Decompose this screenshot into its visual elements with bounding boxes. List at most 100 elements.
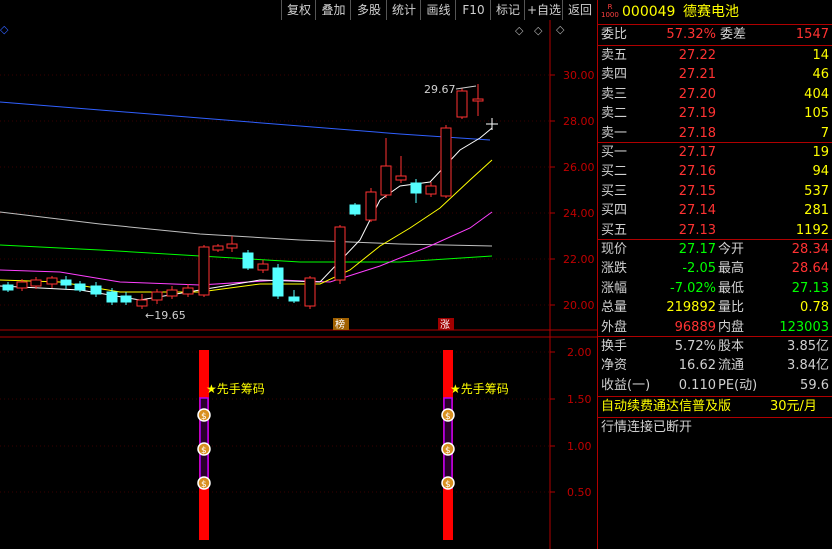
sell-row[interactable]: 卖三 27.20 404 [598, 86, 832, 104]
ad-text[interactable]: 自动续费通达信普及版 [601, 398, 731, 416]
sell-row[interactable]: 卖一 27.18 7 [598, 125, 832, 143]
sell-volume: 404 [804, 86, 829, 102]
buy-row[interactable]: 买一 27.17 19 [598, 144, 832, 162]
candle-body [226, 243, 238, 249]
stat-label: 总量 [601, 300, 628, 316]
buy-label: 买三 [601, 183, 628, 199]
stat-label: 换手 [601, 339, 628, 354]
header-divider [598, 24, 832, 25]
order-ratio-row: 委比 57.32% 委差 1547 [598, 26, 832, 44]
money-bag-icon: $ [441, 476, 455, 490]
candle-body [380, 165, 392, 196]
moving-average-line [0, 211, 493, 247]
stock-code: 000049 [622, 4, 676, 20]
buy-label: 买五 [601, 222, 628, 238]
indicator-tick-label: 1.50 [567, 393, 592, 406]
toolbar-statistics-button[interactable]: 统计 [386, 0, 421, 20]
price-tick-label: 28.00 [563, 115, 595, 128]
sell-label: 卖二 [601, 106, 628, 122]
stat-value: 28.64 [791, 261, 829, 277]
buy-label: 买一 [601, 145, 628, 160]
sell-row[interactable]: 卖四 27.21 46 [598, 66, 832, 84]
buy-row[interactable]: 买五 27.13 1192 [598, 222, 832, 240]
money-bag-icon: $ [197, 476, 211, 490]
candle-body [349, 204, 361, 215]
quote-panel: R 1000 000049 德赛电池 委比 57.32% 委差 1547 卖五 2… [597, 0, 832, 549]
price-tick-label: 26.00 [563, 161, 595, 174]
candle-body [456, 90, 468, 118]
stat-label: 涨幅 [601, 280, 628, 296]
candle-body [2, 284, 14, 291]
buy-volume: 537 [804, 183, 829, 199]
toolbar-f10-button[interactable]: F10 [455, 0, 491, 20]
toolbar-mark-button[interactable]: 标记 [490, 0, 525, 20]
candle-body [90, 285, 102, 295]
toolbar-draw-line-button[interactable]: 画线 [420, 0, 456, 20]
sell-label: 卖四 [601, 67, 628, 83]
candle-body [60, 279, 72, 286]
list-marker-text: 榜 [335, 318, 345, 331]
stat-value: 123003 [779, 319, 829, 335]
ad-price[interactable]: 30元/月 [770, 398, 817, 416]
stat-row: 涨跌 -2.05 最高 28.64 [598, 260, 832, 278]
diamond-icon[interactable]: ◇ [556, 23, 565, 36]
money-bag-glyph: $ [201, 412, 207, 422]
crosshair-icon [486, 118, 498, 130]
candle-body [334, 226, 346, 281]
toolbar-restore-rights-button[interactable]: 复权 [281, 0, 316, 20]
connection-status: 行情连接已断开 [598, 419, 832, 437]
buy-price: 27.14 [678, 203, 716, 219]
candle-body [212, 245, 224, 251]
stat-value: 28.34 [791, 242, 829, 257]
low-price-label: ←19.65 [145, 309, 186, 322]
price-tick-label: 24.00 [563, 207, 595, 220]
stat-row: 外盘 96889 内盘 123003 [598, 319, 832, 337]
buy-row[interactable]: 买三 27.15 537 [598, 183, 832, 201]
stat-value: -7.02% [670, 280, 716, 296]
toolbar-back-button[interactable]: 返回 [562, 0, 598, 20]
stock-name: 德赛电池 [683, 4, 739, 20]
diamond-right-icon[interactable]: ◇ [534, 24, 543, 37]
sell-row[interactable]: 卖五 27.22 14 [598, 47, 832, 65]
sell-volume: 46 [812, 67, 829, 83]
buy-row[interactable]: 买四 27.14 281 [598, 202, 832, 220]
stat-label: 净资 [601, 358, 628, 374]
stat-row: 总量 219892 量比 0.78 [598, 299, 832, 317]
money-bag-glyph: $ [201, 446, 207, 456]
toolbar-multi-stock-button[interactable]: 多股 [350, 0, 387, 20]
stat-label: 股本 [718, 339, 745, 354]
signal-label-2: ★先手筹码 [450, 382, 509, 396]
diamond-left-icon[interactable]: ◇ [515, 24, 524, 37]
buy-volume: 1192 [795, 222, 829, 238]
stat-row: 换手 5.72% 股本 3.85亿 [598, 338, 832, 356]
candle-body [304, 277, 316, 307]
sell-label: 卖五 [601, 48, 628, 63]
money-bag-glyph: $ [445, 446, 451, 456]
buy-row[interactable]: 买二 27.16 94 [598, 163, 832, 181]
moving-average-lines [0, 101, 493, 301]
stat-label: 最低 [718, 280, 745, 296]
candle-body [395, 175, 407, 181]
sell-price: 27.22 [678, 48, 716, 63]
money-bag-icon: $ [441, 442, 455, 456]
toolbar-overlay-button[interactable]: 叠加 [315, 0, 351, 20]
stat-value: 59.6 [800, 377, 829, 393]
candle-body [74, 283, 86, 291]
ad-banner[interactable]: 自动续费通达信普及版 30元/月 [598, 398, 832, 416]
candle-body [46, 277, 58, 285]
stat-value: 5.72% [674, 339, 716, 354]
candle-body [410, 182, 422, 194]
candle-body [365, 191, 377, 221]
sell-price: 27.21 [678, 67, 716, 83]
stat-value: 3.84亿 [787, 358, 829, 374]
buy-volume: 94 [812, 164, 829, 180]
candle-body [272, 267, 284, 297]
candle-body [120, 295, 132, 303]
indicator-tick-label: 0.50 [567, 486, 592, 499]
buy-volume: 19 [812, 145, 829, 160]
price-tick-label: 30.00 [563, 69, 595, 82]
sell-row[interactable]: 卖二 27.19 105 [598, 105, 832, 123]
book-divider [598, 142, 832, 143]
chart-area[interactable]: ◇ ◇ ◇ ◇ 30.00 28.00 26.00 24.00 22.00 20.00 2… [0, 20, 597, 549]
toolbar-add-favorite-button[interactable]: +自选 [524, 0, 563, 20]
